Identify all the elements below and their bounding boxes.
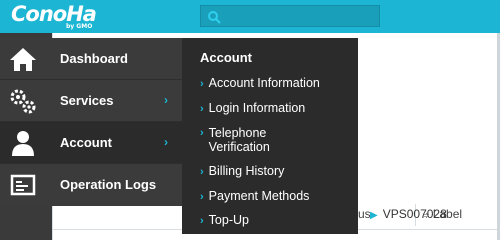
nav-item-label: Dashboard <box>60 51 128 66</box>
chevron-right-icon: › <box>200 78 204 90</box>
submenu-item-label: Account Information <box>208 76 320 90</box>
nav-item-label: Account <box>60 135 112 150</box>
chevron-right-icon: › <box>200 191 204 203</box>
home-icon <box>10 48 36 71</box>
gears-icon <box>10 89 36 114</box>
log-icon <box>10 174 36 196</box>
chevron-right-icon: › <box>200 215 204 227</box>
submenu-item-payment-methods[interactable]: › Payment Methods <box>200 189 309 204</box>
submenu-item-top-up[interactable]: › Top-Up <box>200 213 249 228</box>
chevron-right-icon: › <box>200 166 204 178</box>
submenu-item-account-information[interactable]: › Account Information <box>200 76 320 91</box>
nav-item-operation-logs[interactable]: Operation Logs <box>0 164 182 206</box>
submenu-item-label: Payment Methods <box>208 189 310 203</box>
submenu-item-label: Telephone Verification <box>208 126 270 154</box>
chevron-right-icon: › <box>200 127 204 139</box>
row-label-value: VPS007028 <box>382 207 447 221</box>
chevron-right-icon: › <box>164 135 168 149</box>
logo-sub-text: by GMO <box>66 23 93 30</box>
nav-item-label: Services <box>60 93 114 108</box>
chevron-right-icon: › <box>200 103 204 115</box>
user-icon <box>12 131 34 156</box>
main-nav-menu: Dashboard Services › Account › Operation… <box>0 38 182 206</box>
submenu-item-label: Billing History <box>208 164 285 178</box>
logo[interactable]: ConoHa by GMO <box>11 2 97 32</box>
submenu-item-label: Login Information <box>208 101 306 115</box>
search-input[interactable] <box>200 5 380 27</box>
submenu-item-label: Top-Up <box>208 213 249 227</box>
nav-item-dashboard[interactable]: Dashboard <box>0 38 182 80</box>
chevron-right-icon: › <box>164 93 168 107</box>
account-submenu: Account › Account Information › Login Info… <box>182 38 358 234</box>
submenu-item-login-information[interactable]: › Login Information <box>200 101 305 116</box>
submenu-title: Account <box>200 50 252 65</box>
column-header-status[interactable]: us <box>358 207 371 221</box>
nav-item-label: Operation Logs <box>60 177 157 192</box>
chevron-right-icon: ▶ <box>370 210 378 221</box>
submenu-item-billing-history[interactable]: › Billing History <box>200 164 284 179</box>
top-header: ConoHa by GMO <box>0 0 500 33</box>
table-row[interactable]: ▶ VPS007028 <box>370 207 447 221</box>
nav-item-account[interactable]: Account › <box>0 122 182 164</box>
search-icon <box>208 11 221 24</box>
submenu-item-telephone-verification[interactable]: › Telephone Verification <box>200 126 309 154</box>
nav-item-services[interactable]: Services › <box>0 80 182 122</box>
